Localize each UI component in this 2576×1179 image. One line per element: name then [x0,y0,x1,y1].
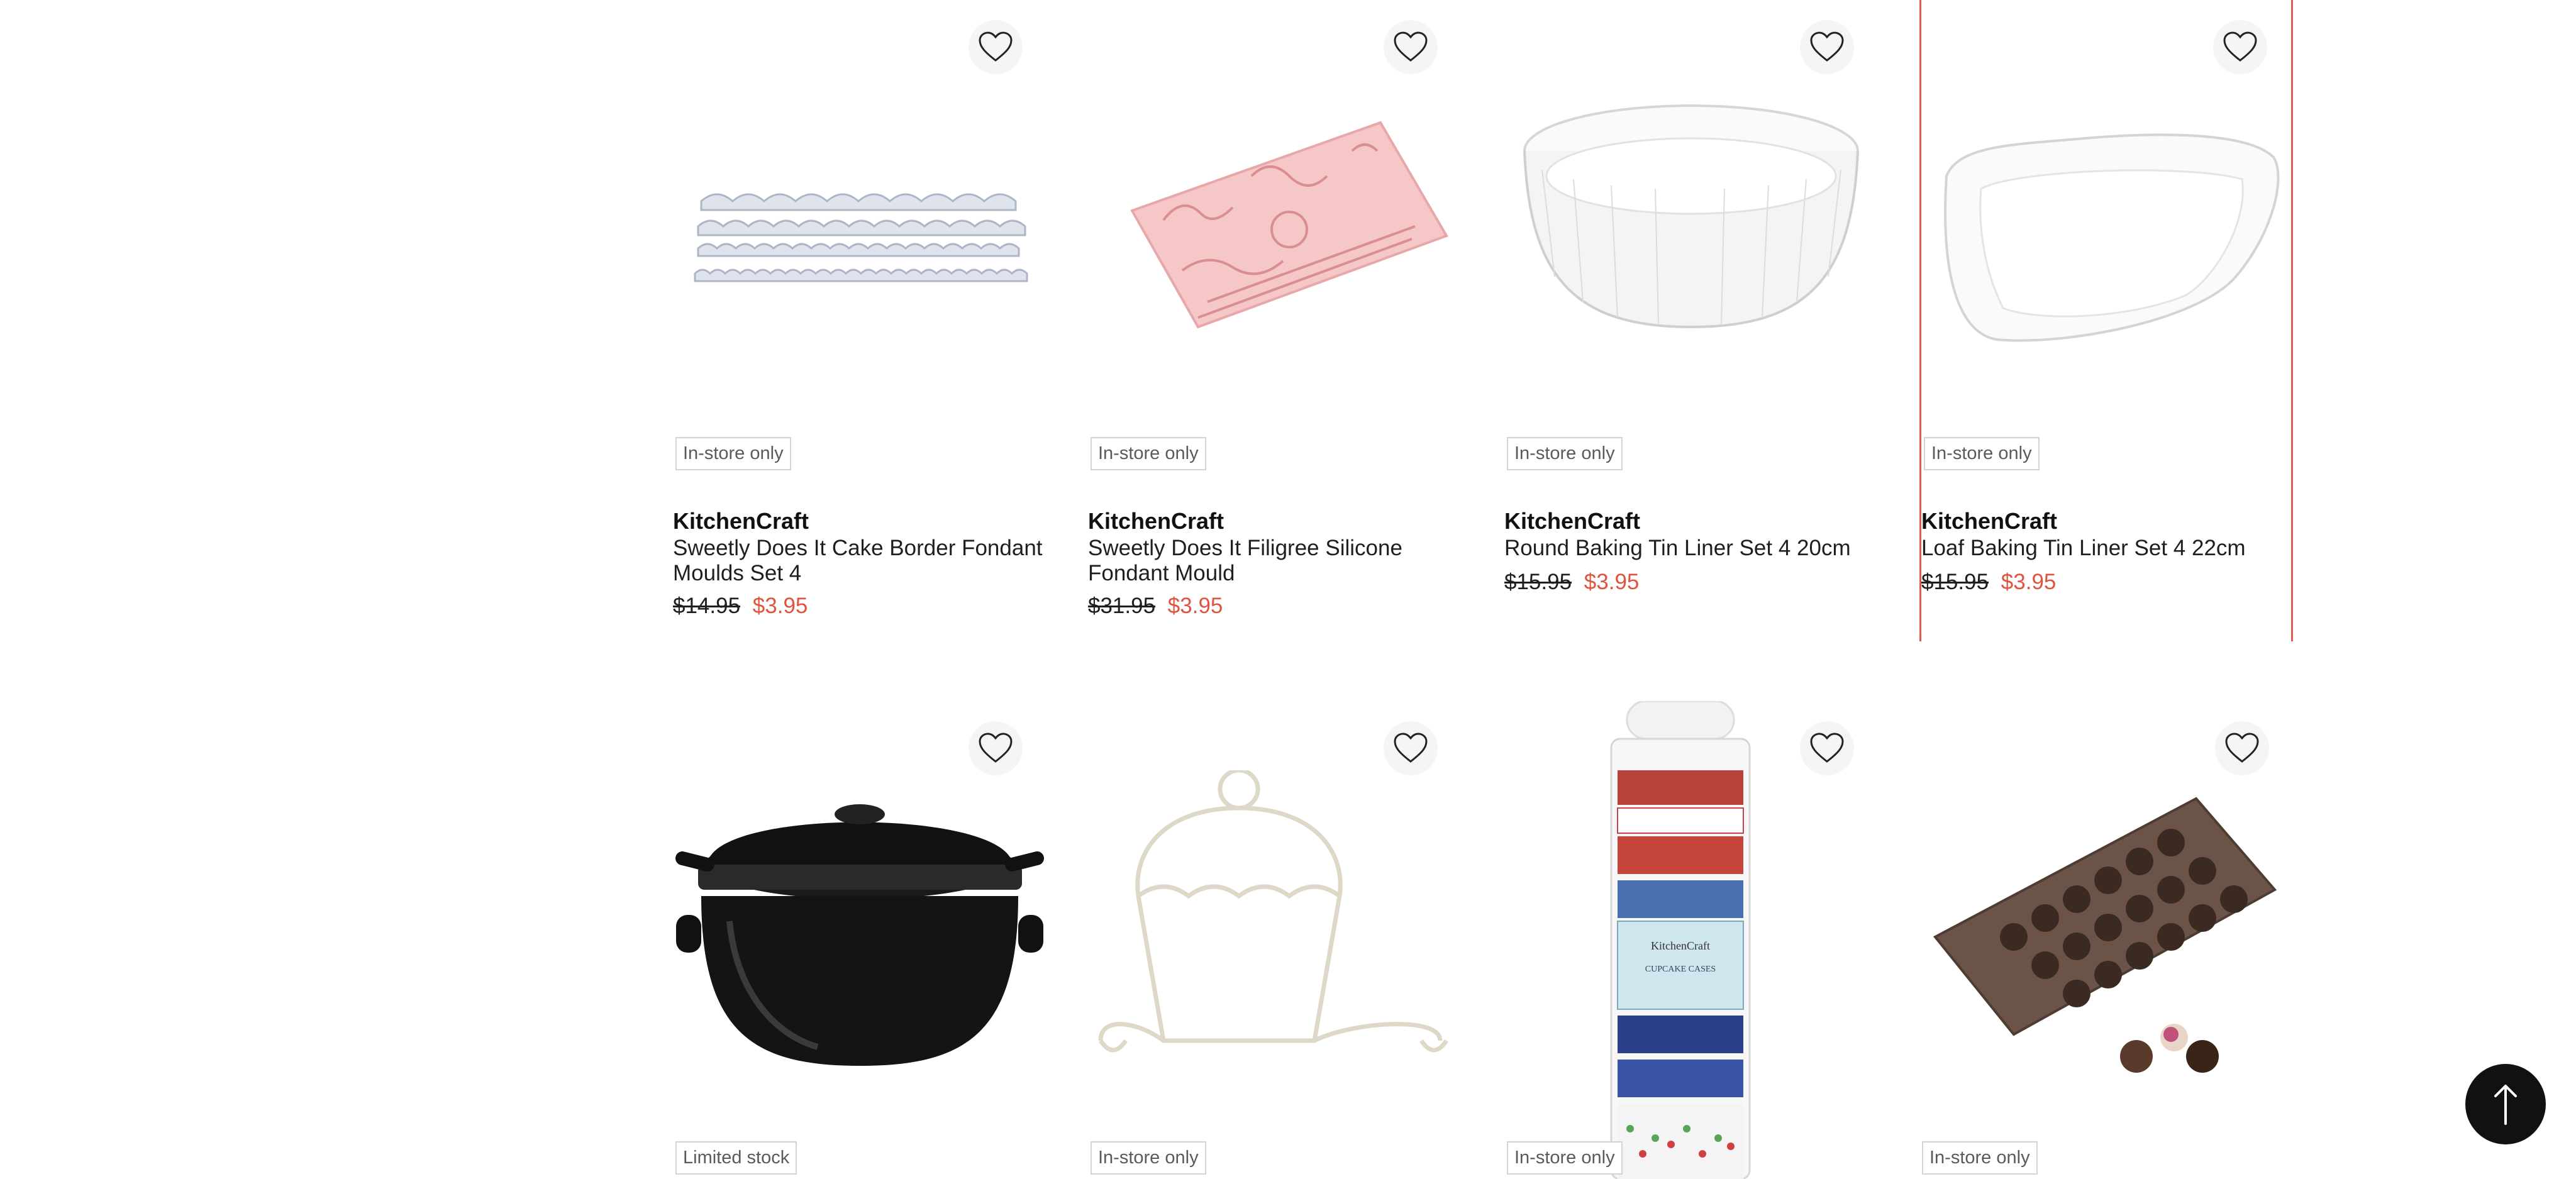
product-card[interactable]: In-store only [1919,701,2293,1179]
wishlist-heart-icon[interactable] [2213,20,2267,74]
product-title[interactable]: Sweetly Does It Filigree Silicone Fondan… [1088,536,1462,586]
availability-badge: In-store only [1922,1141,2038,1175]
packaging-brand-text: KitchenCraft [1651,939,1710,952]
was-price: $15.95 [1504,570,1572,594]
product-image[interactable] [1919,770,2293,1085]
availability-badge: Limited stock [675,1141,797,1175]
product-card[interactable]: In-store only KitchenCraft Round Baking … [1504,0,1878,641]
product-title[interactable]: Sweetly Does It Cake Border Fondant Moul… [673,536,1046,586]
product-image[interactable] [1921,69,2295,384]
product-prices: $15.95 $3.95 [1921,570,2056,595]
product-image[interactable] [673,770,1046,1085]
product-title[interactable]: Round Baking Tin Liner Set 4 20cm [1504,536,1878,561]
product-image[interactable] [1088,770,1462,1085]
availability-badge: In-store only [675,437,791,470]
wishlist-heart-icon[interactable] [2215,721,2269,775]
product-card[interactable]: In-store only KitchenCraft Sweetly Does … [673,0,1046,641]
product-card[interactable]: In-store only KitchenCraft Sweetly Does … [1088,0,1462,641]
was-price: $14.95 [673,594,741,618]
product-title[interactable]: Loaf Baking Tin Liner Set 4 22cm [1921,536,2295,561]
availability-badge: In-store only [1091,437,1206,470]
wishlist-heart-icon[interactable] [1384,721,1438,775]
product-card[interactable]: In-store only [1088,701,1462,1179]
sale-price: $3.95 [752,594,808,618]
product-brand: KitchenCraft [673,508,809,534]
wishlist-heart-icon[interactable] [969,20,1023,74]
product-brand: KitchenCraft [1921,508,2058,534]
sale-price: $3.95 [2001,570,2057,594]
product-image[interactable] [673,69,1046,384]
wishlist-heart-icon[interactable] [1384,20,1438,74]
product-image[interactable] [1504,69,1878,384]
back-to-top-button[interactable] [2465,1064,2546,1144]
product-prices: $31.95 $3.95 [1088,594,1223,619]
packaging-label-text: CUPCAKE CASES [1645,965,1716,974]
product-brand: KitchenCraft [1504,508,1641,534]
availability-badge: In-store only [1507,1141,1623,1175]
product-image[interactable]: KitchenCraft CUPCAKE CASES [1504,701,1878,1179]
sale-price: $3.95 [1584,570,1640,594]
product-card[interactable]: Limited stock [673,701,1046,1179]
wishlist-heart-icon[interactable] [1800,20,1854,74]
product-prices: $15.95 $3.95 [1504,570,1639,595]
wishlist-heart-icon[interactable] [969,721,1023,775]
product-prices: $14.95 $3.95 [673,594,808,619]
was-price: $31.95 [1088,594,1156,618]
product-card[interactable]: KitchenCraft CUPCAKE CASES In-store only [1504,701,1878,1179]
was-price: $15.95 [1921,570,1989,594]
availability-badge: In-store only [1091,1141,1206,1175]
availability-badge: In-store only [1924,437,2040,470]
product-card-focused[interactable]: In-store only KitchenCraft Loaf Baking T… [1919,0,2293,641]
product-brand: KitchenCraft [1088,508,1224,534]
arrow-up-icon [2494,1085,2517,1125]
product-image[interactable] [1088,69,1462,384]
availability-badge: In-store only [1507,437,1623,470]
sale-price: $3.95 [1167,594,1223,618]
